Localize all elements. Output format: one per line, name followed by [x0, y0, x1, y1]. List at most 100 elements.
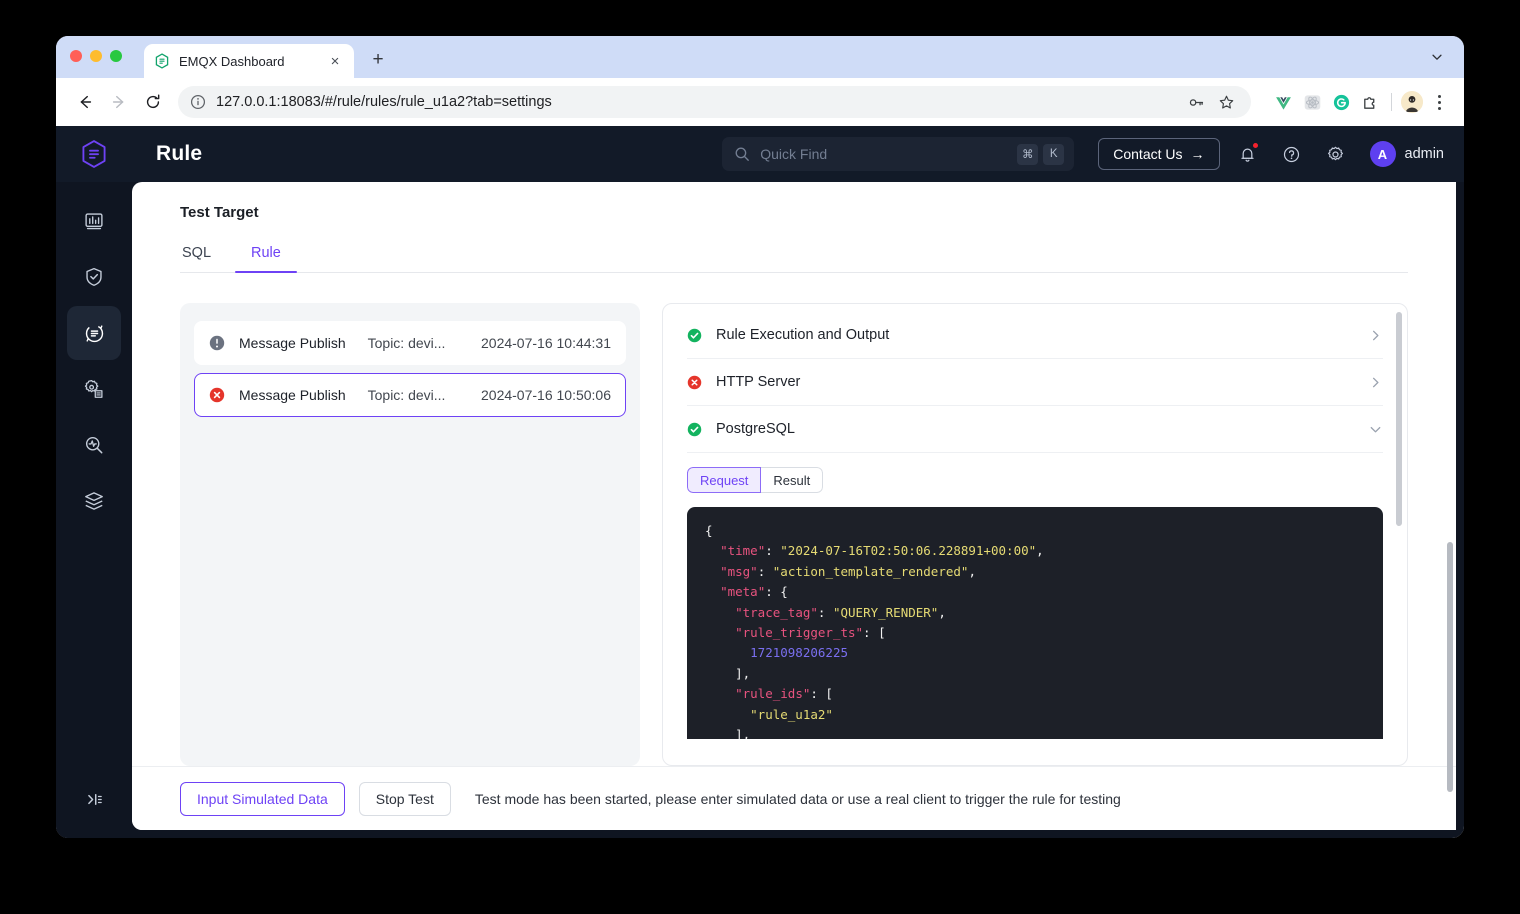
- maximize-window-button[interactable]: [110, 50, 122, 62]
- event-name: Message Publish: [239, 335, 346, 351]
- code-token-pun: :: [765, 543, 780, 558]
- notification-bell-icon[interactable]: [1232, 138, 1264, 170]
- search-shortcut: ⌘ K: [1017, 144, 1064, 165]
- contact-us-label: Contact Us: [1113, 146, 1182, 162]
- page-title: Rule: [156, 142, 202, 166]
- emqx-hexagon-logo[interactable]: [56, 126, 132, 182]
- browser-extensions: [1271, 90, 1450, 114]
- sidebar-item-access-control[interactable]: [67, 250, 121, 304]
- detail-row-postgresql[interactable]: PostgreSQL: [687, 406, 1383, 453]
- back-button[interactable]: [70, 87, 100, 117]
- test-mode-hint: Test mode has been started, please enter…: [475, 791, 1121, 807]
- bookmark-star-icon[interactable]: [1213, 89, 1239, 115]
- search-placeholder: Quick Find: [760, 146, 1007, 162]
- code-line: "rule_u1a2": [705, 705, 1365, 725]
- code-token-str: "2024-07-16T02:50:06.228891+00:00": [780, 543, 1036, 558]
- contact-us-button[interactable]: Contact Us →: [1098, 138, 1219, 170]
- detail-row-http-server[interactable]: HTTP Server: [687, 359, 1383, 406]
- code-token-key: "rule_trigger_ts": [735, 625, 863, 640]
- code-line: "rule_ids": [: [705, 684, 1365, 704]
- minimize-window-button[interactable]: [90, 50, 102, 62]
- sidebar-item-dashboard[interactable]: [67, 194, 121, 248]
- sidebar-item-diagnose[interactable]: [67, 418, 121, 472]
- event-topic: Topic: devi...: [368, 387, 446, 403]
- code-token-pun: [705, 625, 735, 640]
- close-window-button[interactable]: [70, 50, 82, 62]
- warning-status-icon: [209, 335, 225, 351]
- code-token-num: 1721098206225: [750, 645, 848, 660]
- content-wrapper: Test Target SQL Rule: [132, 182, 1464, 838]
- success-status-icon: [687, 422, 702, 437]
- avatar: A: [1370, 141, 1396, 167]
- list-item[interactable]: Message Publish Topic: devi... 2024-07-1…: [194, 321, 626, 365]
- code-line: 1721098206225: [705, 643, 1365, 663]
- detail-row-rule-execution[interactable]: Rule Execution and Output: [687, 312, 1383, 359]
- code-token-pun: :: [758, 564, 773, 579]
- expand-sidebar-button[interactable]: [67, 772, 121, 826]
- page-scrollbar[interactable]: [1447, 542, 1453, 792]
- detail-pane-scrollbar[interactable]: [1396, 312, 1402, 526]
- react-devtools-icon[interactable]: [1300, 90, 1324, 114]
- window-traffic-lights: [70, 36, 122, 78]
- site-info-icon[interactable]: [190, 94, 206, 110]
- content-card: Test Target SQL Rule: [132, 182, 1456, 830]
- code-token-pun: [705, 707, 750, 722]
- segment-result[interactable]: Result: [761, 467, 823, 493]
- profile-avatar-icon[interactable]: [1401, 91, 1423, 113]
- code-token-str: "action_template_rendered": [773, 564, 969, 579]
- extensions-puzzle-icon[interactable]: [1358, 90, 1382, 114]
- password-key-icon[interactable]: [1183, 89, 1209, 115]
- error-status-icon: [209, 387, 225, 403]
- settings-gear-icon[interactable]: [1320, 138, 1352, 170]
- events-pane: Message Publish Topic: devi... 2024-07-1…: [180, 303, 640, 766]
- sidebar-item-management[interactable]: [67, 362, 121, 416]
- arrow-right-icon: →: [1191, 146, 1205, 162]
- reload-button[interactable]: [138, 87, 168, 117]
- tab-sql[interactable]: SQL: [180, 239, 213, 272]
- user-menu[interactable]: A admin: [1370, 141, 1445, 167]
- sidebar-item-rules-engine[interactable]: [67, 306, 121, 360]
- app-body: Test Target SQL Rule: [56, 182, 1464, 838]
- code-line: ],: [705, 664, 1365, 684]
- sidebar-item-integration[interactable]: [67, 474, 121, 528]
- stop-test-button[interactable]: Stop Test: [359, 782, 451, 816]
- json-code-viewer[interactable]: { "time": "2024-07-16T02:50:06.228891+00…: [687, 507, 1383, 739]
- tab-rule[interactable]: Rule: [249, 239, 283, 272]
- input-simulated-data-button[interactable]: Input Simulated Data: [180, 782, 345, 816]
- url-bar[interactable]: 127.0.0.1:18083/#/rule/rules/rule_u1a2?t…: [178, 86, 1251, 118]
- segment-request[interactable]: Request: [687, 467, 761, 493]
- browser-tab-strip: EMQX Dashboard × +: [56, 36, 1464, 78]
- code-token-key: "trace_tag": [735, 605, 818, 620]
- list-item[interactable]: Message Publish Topic: devi... 2024-07-1…: [194, 373, 626, 417]
- grammarly-icon[interactable]: [1329, 90, 1353, 114]
- code-token-key: "time": [720, 543, 765, 558]
- code-token-pun: [705, 584, 720, 599]
- chevron-down-icon[interactable]: [1368, 422, 1383, 437]
- notification-badge: [1252, 142, 1259, 149]
- target-tabs: SQL Rule: [180, 239, 1408, 273]
- code-line: "msg": "action_template_rendered",: [705, 562, 1365, 582]
- code-token-key: "msg": [720, 564, 758, 579]
- search-icon: [734, 146, 750, 162]
- forward-button[interactable]: [104, 87, 134, 117]
- vue-devtools-icon[interactable]: [1271, 90, 1295, 114]
- help-circle-icon[interactable]: [1276, 138, 1308, 170]
- code-token-pun: ,: [968, 564, 976, 579]
- content-inner: Test Target SQL Rule: [132, 182, 1456, 766]
- close-tab-icon[interactable]: ×: [326, 52, 344, 70]
- segment-group: Request Result: [687, 467, 823, 493]
- code-token-pun: : [: [810, 686, 833, 701]
- detail-row-label: Rule Execution and Output: [716, 327, 889, 343]
- chevron-right-icon[interactable]: [1368, 375, 1383, 390]
- tab-search-chevron-down-icon[interactable]: [1424, 44, 1450, 70]
- code-token-key: "meta": [720, 584, 765, 599]
- browser-tab[interactable]: EMQX Dashboard ×: [144, 44, 354, 78]
- new-tab-button[interactable]: +: [366, 47, 390, 71]
- chevron-right-icon[interactable]: [1368, 328, 1383, 343]
- code-line: "time": "2024-07-16T02:50:06.228891+00:0…: [705, 541, 1365, 561]
- trace-detail-pane: Rule Execution and Output HTT: [662, 303, 1408, 766]
- chrome-menu-icon[interactable]: [1428, 91, 1450, 113]
- panes: Message Publish Topic: devi... 2024-07-1…: [180, 303, 1408, 766]
- search-input[interactable]: Quick Find ⌘ K: [722, 137, 1074, 171]
- browser-address-bar: 127.0.0.1:18083/#/rule/rules/rule_u1a2?t…: [56, 78, 1464, 126]
